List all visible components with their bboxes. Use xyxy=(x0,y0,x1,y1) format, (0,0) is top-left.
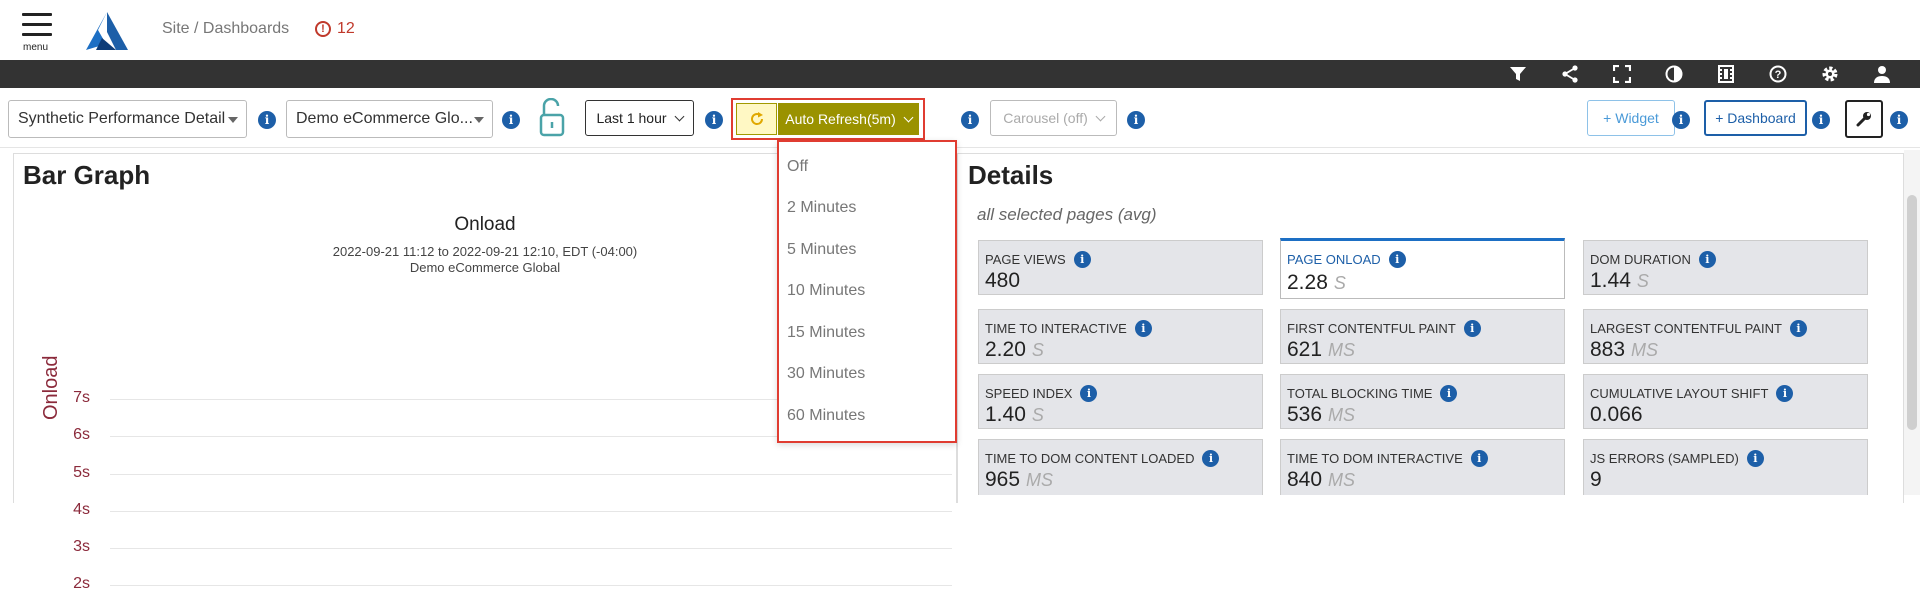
info-icon[interactable]: i xyxy=(1470,450,1488,467)
metric-card-speed-index[interactable]: SPEED INDEX i 1.40 S xyxy=(978,374,1263,429)
metric-value: 9 xyxy=(1590,468,1602,491)
metric-value: 883 xyxy=(1590,338,1626,361)
metric-unit: S xyxy=(1333,273,1346,293)
wrench-icon xyxy=(1856,112,1871,127)
add-widget-button[interactable]: + Widget xyxy=(1587,100,1675,136)
refresh-option-30-minutes[interactable]: 30 Minutes xyxy=(787,365,865,383)
info-icon[interactable]: i xyxy=(1890,111,1908,129)
metric-value: 2.28 xyxy=(1287,271,1328,294)
metric-value: 0.066 xyxy=(1590,403,1643,426)
metric-unit: MS xyxy=(1026,470,1054,490)
carousel-value: Carousel (off) xyxy=(1003,110,1088,126)
metric-card-total-blocking-time[interactable]: TOTAL BLOCKING TIME i 536 MS xyxy=(1280,374,1565,429)
refresh-option-10-minutes[interactable]: 10 Minutes xyxy=(787,282,865,300)
metric-value: 1.40 xyxy=(985,403,1026,426)
user-icon[interactable] xyxy=(1856,60,1908,88)
metric-label: TIME TO DOM CONTENT LOADED xyxy=(985,451,1195,466)
metric-value: 480 xyxy=(985,269,1021,292)
metric-label: TIME TO INTERACTIVE xyxy=(985,321,1127,336)
info-icon[interactable]: i xyxy=(1134,320,1152,337)
scrollbar-thumb[interactable] xyxy=(1907,195,1917,430)
metric-value: 2.20 xyxy=(985,338,1026,361)
metric-label: TOTAL BLOCKING TIME xyxy=(1287,386,1433,401)
info-icon[interactable]: i xyxy=(1127,111,1145,129)
gridline xyxy=(110,585,952,587)
details-subtitle: all selected pages (avg) xyxy=(977,205,1157,224)
metric-label: CUMULATIVE LAYOUT SHIFT xyxy=(1590,386,1769,401)
info-icon[interactable]: i xyxy=(1698,251,1716,268)
auto-refresh-dropdown: Off 2 Minutes 5 Minutes 10 Minutes 15 Mi… xyxy=(777,140,957,443)
refresh-option-2-minutes[interactable]: 2 Minutes xyxy=(787,199,856,217)
info-icon[interactable]: i xyxy=(1202,450,1220,467)
y-tick-label: 2s xyxy=(73,575,90,593)
metric-unit: MS xyxy=(1328,405,1356,425)
metric-label: PAGE VIEWS xyxy=(985,252,1066,267)
metric-card-dom-content-loaded[interactable]: TIME TO DOM CONTENT LOADED i 965 MS xyxy=(978,439,1263,495)
metric-label: LARGEST CONTENTFUL PAINT xyxy=(1590,321,1782,336)
metric-card-dom-duration[interactable]: DOM DURATION i 1.44 S xyxy=(1583,240,1868,295)
carousel-select[interactable]: Carousel (off) xyxy=(990,100,1117,136)
metric-value: 536 xyxy=(1287,403,1323,426)
fullscreen-icon[interactable] xyxy=(1596,60,1648,88)
y-tick-label: 3s xyxy=(73,538,90,556)
info-icon[interactable]: i xyxy=(1388,251,1406,268)
gear-icon[interactable] xyxy=(1804,60,1856,88)
info-icon[interactable]: i xyxy=(1080,385,1098,402)
metric-unit: S xyxy=(1031,405,1044,425)
add-dashboard-button[interactable]: + Dashboard xyxy=(1704,100,1807,136)
info-icon[interactable]: i xyxy=(1463,320,1481,337)
metric-card-dom-interactive[interactable]: TIME TO DOM INTERACTIVE i 840 MS xyxy=(1280,439,1565,495)
svg-text:?: ? xyxy=(1775,69,1782,81)
info-icon[interactable]: i xyxy=(1812,111,1830,129)
contrast-icon[interactable] xyxy=(1648,60,1700,88)
metric-label: DOM DURATION xyxy=(1590,252,1691,267)
metric-card-largest-contentful-paint[interactable]: LARGEST CONTENTFUL PAINT i 883 MS xyxy=(1583,309,1868,364)
y-tick-label: 4s xyxy=(73,500,90,518)
refresh-option-5-minutes[interactable]: 5 Minutes xyxy=(787,241,856,259)
info-icon[interactable]: i xyxy=(961,111,979,129)
metric-unit: MS xyxy=(1328,470,1356,490)
share-icon[interactable] xyxy=(1544,60,1596,88)
refresh-option-off[interactable]: Off xyxy=(787,158,808,176)
metric-label: FIRST CONTENTFUL PAINT xyxy=(1287,321,1456,336)
metric-label: PAGE ONLOAD xyxy=(1287,252,1381,267)
details-title: Details xyxy=(968,160,1054,190)
metric-unit: MS xyxy=(1631,340,1659,360)
filter-icon[interactable] xyxy=(1492,60,1544,88)
info-icon[interactable]: i xyxy=(1776,385,1794,402)
metric-label: SPEED INDEX xyxy=(985,386,1073,401)
metric-card-page-onload[interactable]: PAGE ONLOAD i 2.28 S xyxy=(1280,238,1565,299)
gridline xyxy=(110,548,952,550)
info-icon[interactable]: i xyxy=(1440,385,1458,402)
metric-value: 1.44 xyxy=(1590,269,1631,292)
metric-card-page-views[interactable]: PAGE VIEWS i 480 xyxy=(978,240,1263,295)
wrench-button[interactable] xyxy=(1845,100,1883,138)
info-icon[interactable]: i xyxy=(1746,450,1764,467)
metric-card-time-to-interactive[interactable]: TIME TO INTERACTIVE i 2.20 S xyxy=(978,309,1263,364)
y-tick-label: 7s xyxy=(73,388,90,406)
metric-value: 621 xyxy=(1287,338,1323,361)
metric-card-cumulative-layout-shift[interactable]: CUMULATIVE LAYOUT SHIFT i 0.066 xyxy=(1583,374,1868,429)
chevron-down-icon xyxy=(1095,111,1106,121)
info-icon[interactable]: i xyxy=(1073,251,1091,268)
info-icon[interactable]: i xyxy=(1672,111,1690,129)
metric-card-first-contentful-paint[interactable]: FIRST CONTENTFUL PAINT i 621 MS xyxy=(1280,309,1565,364)
metric-unit: S xyxy=(1031,340,1044,360)
y-tick-label: 5s xyxy=(73,463,90,481)
refresh-option-15-minutes[interactable]: 15 Minutes xyxy=(787,324,865,342)
film-icon[interactable] xyxy=(1700,60,1752,88)
metric-value: 965 xyxy=(985,468,1021,491)
metric-unit: MS xyxy=(1328,340,1356,360)
refresh-option-60-minutes[interactable]: 60 Minutes xyxy=(787,407,865,425)
metric-label: TIME TO DOM INTERACTIVE xyxy=(1287,451,1463,466)
y-tick-label: 6s xyxy=(73,426,90,444)
metric-label: JS ERRORS (SAMPLED) xyxy=(1590,451,1739,466)
help-icon[interactable]: ? xyxy=(1752,60,1804,88)
metric-card-js-errors[interactable]: JS ERRORS (SAMPLED) i 9 xyxy=(1583,439,1868,495)
gridline xyxy=(110,510,952,512)
gridline xyxy=(110,473,952,475)
metric-unit: S xyxy=(1636,271,1649,291)
info-icon[interactable]: i xyxy=(1789,320,1807,337)
metric-value: 840 xyxy=(1287,468,1323,491)
